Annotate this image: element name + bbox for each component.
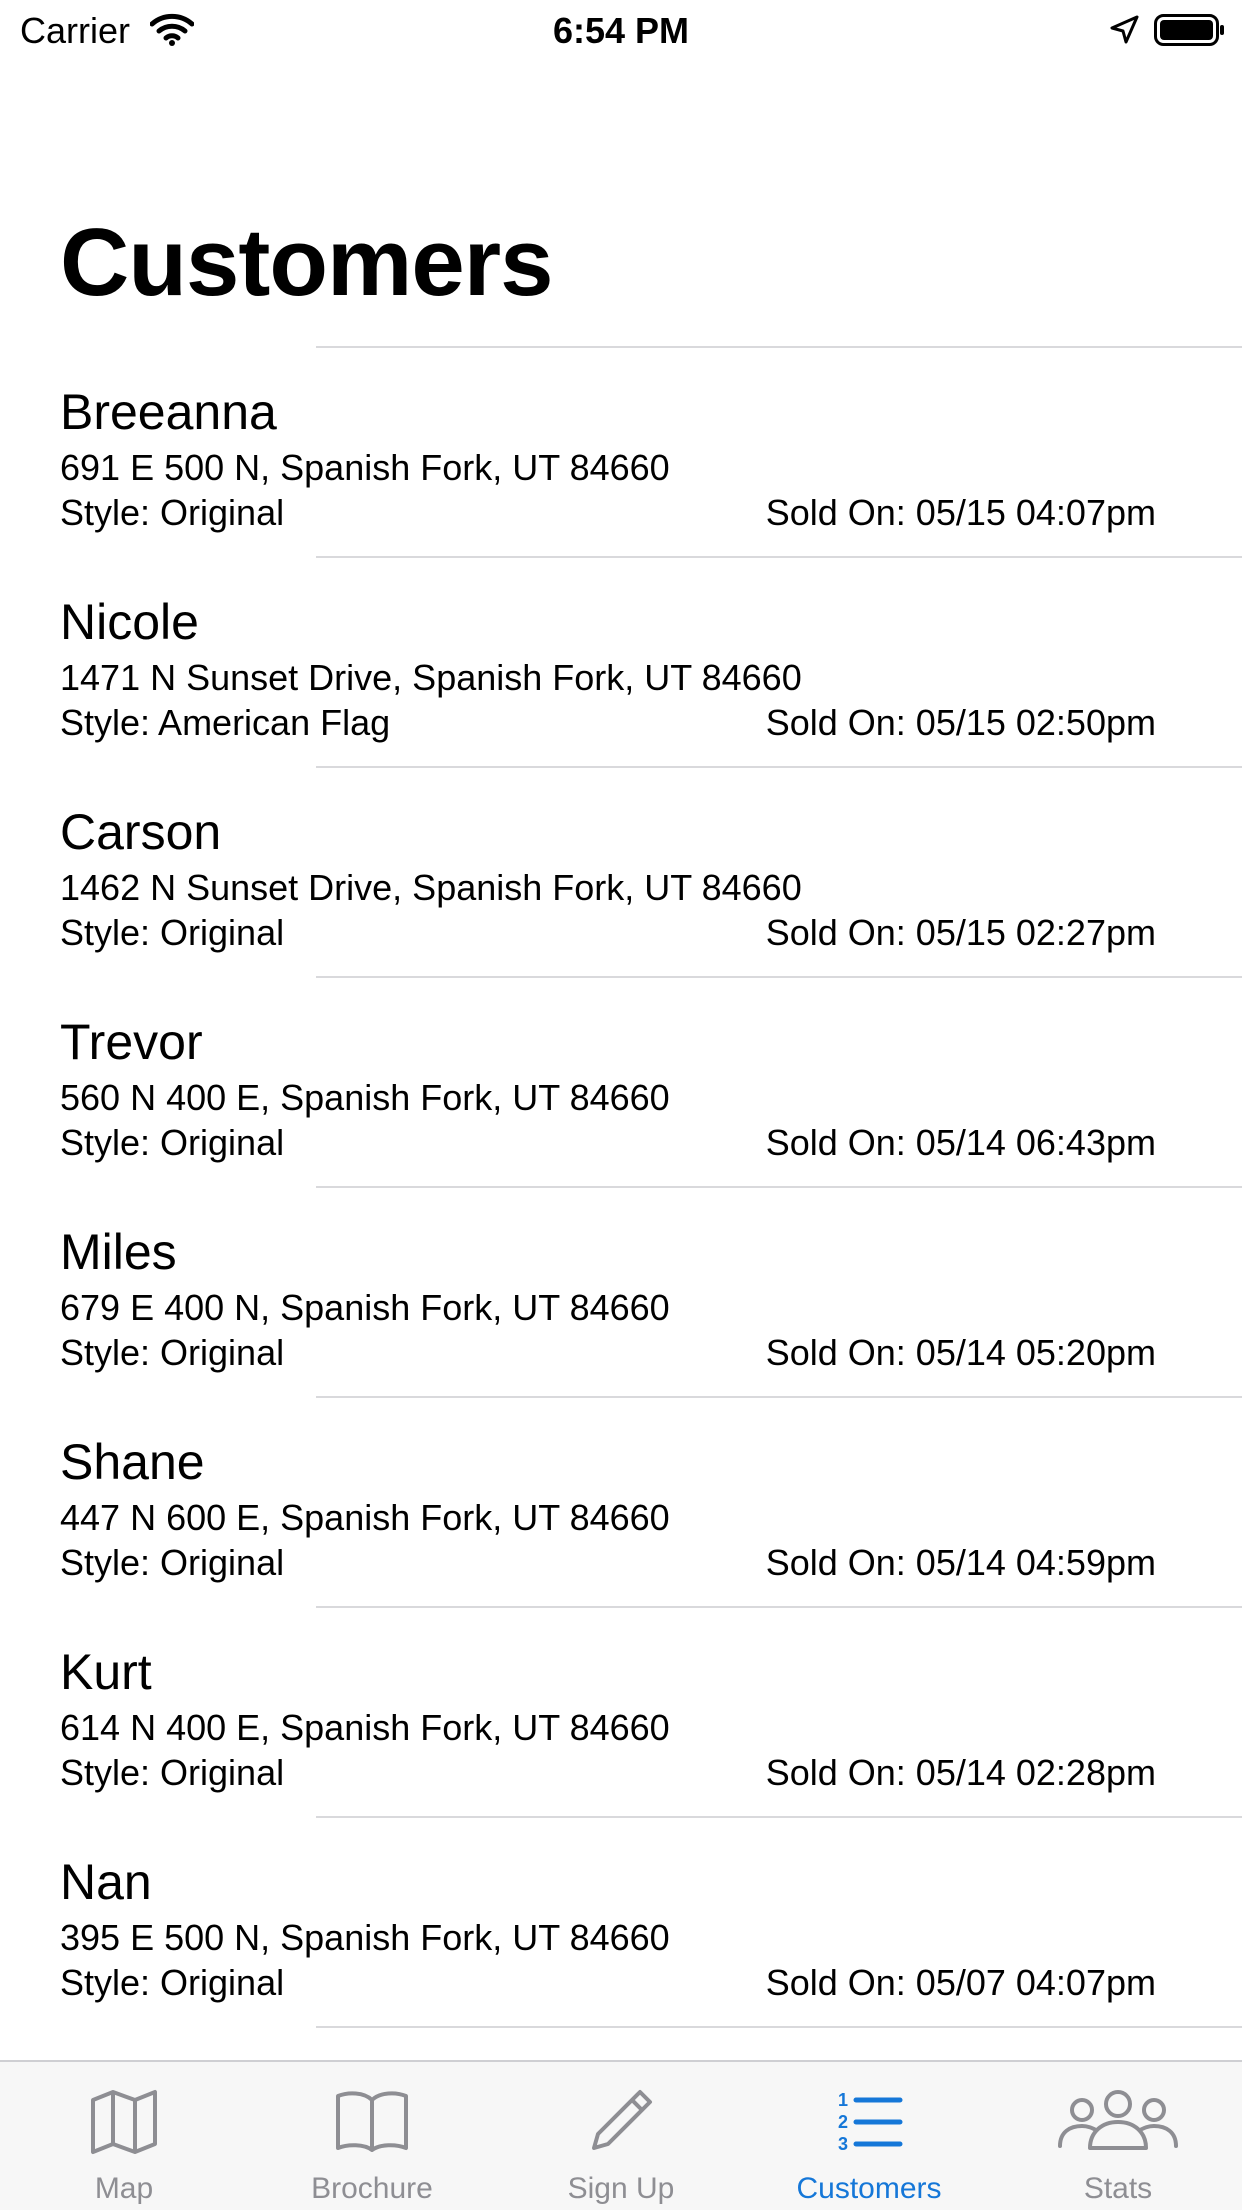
tab-brochure[interactable]: Brochure [248,2062,496,2210]
status-bar: Carrier 6:54 PM [0,0,1242,62]
customer-list: Breeanna 691 E 500 N, Spanish Fork, UT 8… [0,346,1242,2028]
customer-sold-on: Sold On: 05/14 05:20pm [765,1332,1156,1373]
customer-sold-on: Sold On: 05/14 02:28pm [765,1752,1156,1793]
customer-name: Carson [60,804,222,860]
tab-stats[interactable]: Stats [994,2062,1242,2210]
customer-sold-on: Sold On: 05/15 04:07pm [765,492,1156,533]
customer-style: Style: Original [60,492,285,533]
customer-address: 614 N 400 E, Spanish Fork, UT 84660 [60,1707,670,1748]
tab-customers[interactable]: 1 2 3 Customers [745,2062,993,2210]
people-icon [994,2086,1242,2156]
customer-style: Style: Original [60,1752,285,1793]
customer-address: 560 N 400 E, Spanish Fork, UT 84660 [60,1077,670,1118]
customer-sold-on: Sold On: 05/15 02:50pm [765,702,1156,743]
tab-customers-label: Customers [796,2172,942,2205]
customer-sold-on: Sold On: 05/14 06:43pm [765,1122,1156,1163]
customer-name: Shane [60,1434,205,1490]
tab-sign-up[interactable]: Sign Up [497,2062,745,2210]
pencil-icon [497,2086,745,2156]
svg-text:1: 1 [838,2090,848,2110]
customer-style: Style: Original [60,1962,285,2003]
tab-sign-up-label: Sign Up [567,2172,675,2205]
customer-style: Style: Original [60,912,285,953]
customer-name: Kurt [60,1644,152,1700]
customer-style: Style: Original [60,1122,285,1163]
customer-style: Style: American Flag [60,702,391,743]
numbered-list-icon: 1 2 3 [745,2086,993,2156]
page-title: Customers [60,209,553,316]
customer-address: 1462 N Sunset Drive, Spanish Fork, UT 84… [60,867,802,908]
customer-row[interactable]: Kurt 614 N 400 E, Spanish Fork, UT 84660… [0,1608,1242,1816]
row-separator [316,2026,1242,2028]
customer-row[interactable]: Nicole 1471 N Sunset Drive, Spanish Fork… [0,558,1242,766]
customer-address: 447 N 600 E, Spanish Fork, UT 84660 [60,1497,670,1538]
customer-name: Miles [60,1224,177,1280]
customer-name: Breeanna [60,384,277,440]
customer-sold-on: Sold On: 05/07 04:07pm [765,1962,1156,2003]
customer-row[interactable]: Carson 1462 N Sunset Drive, Spanish Fork… [0,768,1242,976]
book-icon [248,2086,496,2156]
customer-sold-on: Sold On: 05/14 04:59pm [765,1542,1156,1583]
customer-row[interactable]: Trevor 560 N 400 E, Spanish Fork, UT 846… [0,978,1242,1186]
tab-bar: Map Brochure Sign Up 1 2 3 Customers Sta… [0,2060,1242,2210]
customer-row[interactable]: Miles 679 E 400 N, Spanish Fork, UT 8466… [0,1188,1242,1396]
customer-address: 679 E 400 N, Spanish Fork, UT 84660 [60,1287,670,1328]
svg-text:2: 2 [838,2112,848,2132]
map-icon [0,2086,248,2156]
customer-address: 395 E 500 N, Spanish Fork, UT 84660 [60,1917,670,1958]
tab-map[interactable]: Map [0,2062,248,2210]
location-arrow-icon [1108,14,1140,51]
customer-style: Style: Original [60,1332,285,1373]
customer-row[interactable]: Nan 395 E 500 N, Spanish Fork, UT 84660 … [0,1818,1242,2026]
svg-text:3: 3 [838,2134,848,2154]
customer-sold-on: Sold On: 05/15 02:27pm [765,912,1156,953]
customer-style: Style: Original [60,1542,285,1583]
customer-address: 1471 N Sunset Drive, Spanish Fork, UT 84… [60,657,802,698]
tab-stats-label: Stats [1083,2172,1153,2205]
customer-row[interactable]: Breeanna 691 E 500 N, Spanish Fork, UT 8… [0,348,1242,556]
customer-row[interactable]: Shane 447 N 600 E, Spanish Fork, UT 8466… [0,1398,1242,1606]
customer-name: Nan [60,1854,152,1910]
status-time: 6:54 PM [552,10,690,51]
customer-address: 691 E 500 N, Spanish Fork, UT 84660 [60,447,670,488]
customer-name: Nicole [60,594,199,650]
customer-name: Trevor [60,1014,203,1070]
tab-brochure-label: Brochure [311,2172,433,2205]
tab-map-label: Map [94,2172,154,2205]
battery-icon [1154,14,1226,51]
